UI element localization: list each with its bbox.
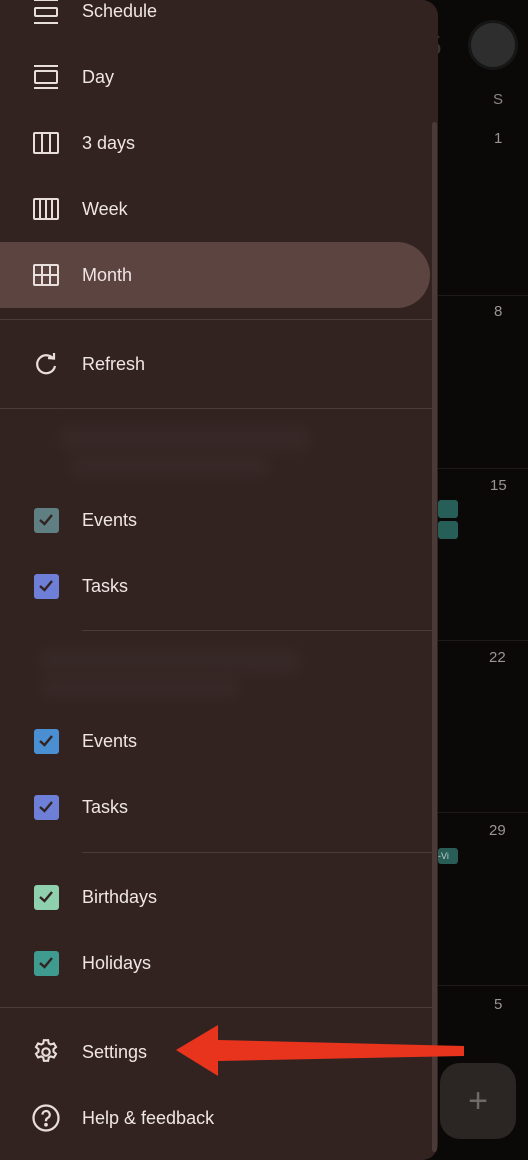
divider	[82, 630, 432, 631]
calendar-toggle-tasks[interactable]: Tasks	[0, 553, 430, 619]
date-cell[interactable]: 5	[494, 996, 502, 1013]
menu-item-day[interactable]: Day	[0, 44, 430, 110]
day-view-icon	[31, 62, 61, 92]
divider	[0, 319, 432, 320]
menu-item-label: Settings	[82, 1041, 148, 1062]
date-cell[interactable]: 1	[494, 130, 502, 147]
calendar-toggle-tasks[interactable]: Tasks	[0, 774, 430, 840]
divider	[0, 1007, 432, 1008]
checkbox-checked-icon[interactable]	[31, 882, 61, 912]
drawer-scrollbar[interactable]	[432, 122, 437, 1152]
calendar-toggle-birthdays[interactable]: Birthdays	[0, 864, 430, 930]
calendar-label: Birthdays	[82, 886, 158, 907]
menu-item-label: Day	[82, 66, 115, 87]
checkbox-checked-icon[interactable]	[31, 505, 61, 535]
account-name-redacted	[40, 648, 300, 674]
calendar-label: Events	[82, 509, 138, 530]
week-divider	[438, 812, 528, 813]
account-name-redacted	[60, 426, 310, 452]
week-divider	[438, 985, 528, 986]
divider	[0, 408, 432, 409]
weekday-label: S	[493, 91, 504, 108]
calendar-label: Holidays	[82, 952, 152, 973]
checkbox-checked-icon[interactable]	[31, 726, 61, 756]
menu-item-refresh[interactable]: Refresh	[0, 331, 430, 397]
menu-item-help-feedback[interactable]: Help & feedback	[0, 1085, 430, 1151]
calendar-toggle-events[interactable]: Events	[0, 487, 430, 553]
calendar-label: Tasks	[82, 575, 129, 596]
checkbox-checked-icon[interactable]	[31, 792, 61, 822]
three-days-view-icon	[31, 128, 61, 158]
calendar-toggle-holidays[interactable]: Holidays	[0, 930, 430, 996]
gear-icon	[31, 1037, 61, 1067]
menu-item-label: Refresh	[82, 353, 146, 374]
divider	[82, 852, 432, 853]
month-view-icon	[31, 260, 61, 290]
date-cell[interactable]: 15	[490, 477, 507, 494]
screen: 5 S 1 8 15 22 29 5 -Vi +	[0, 0, 528, 1160]
week-divider	[438, 468, 528, 469]
help-icon	[31, 1103, 61, 1133]
navigation-drawer: Schedule Day 3 days Week Month Refresh E…	[0, 0, 438, 1160]
menu-item-label: Help & feedback	[82, 1107, 215, 1128]
event-chip[interactable]	[438, 521, 458, 539]
menu-item-month[interactable]: Month	[0, 242, 430, 308]
avatar[interactable]	[468, 20, 518, 70]
checkbox-checked-icon[interactable]	[31, 571, 61, 601]
event-chip[interactable]: -Vi	[438, 848, 458, 864]
plus-icon: +	[468, 1082, 488, 1120]
menu-item-label: Schedule	[82, 0, 158, 21]
menu-item-schedule[interactable]: Schedule	[0, 0, 430, 44]
menu-item-label: Month	[82, 264, 133, 285]
calendar-label: Events	[82, 730, 138, 751]
calendar-label: Tasks	[82, 796, 129, 817]
date-cell[interactable]: 8	[494, 303, 502, 320]
menu-item-week[interactable]: Week	[0, 176, 430, 242]
week-view-icon	[31, 194, 61, 224]
account-email-redacted	[40, 676, 240, 698]
date-cell[interactable]: 22	[489, 649, 506, 666]
menu-item-label: 3 days	[82, 132, 136, 153]
schedule-view-icon	[31, 0, 61, 26]
menu-item-3-days[interactable]: 3 days	[0, 110, 430, 176]
date-cell[interactable]: 29	[489, 822, 506, 839]
menu-item-label: Week	[82, 198, 128, 219]
menu-item-settings[interactable]: Settings	[0, 1019, 430, 1085]
week-divider	[438, 640, 528, 641]
calendar-toggle-events[interactable]: Events	[0, 708, 430, 774]
week-divider	[438, 295, 528, 296]
event-chip[interactable]	[438, 500, 458, 518]
account-email-redacted	[70, 455, 270, 477]
checkbox-checked-icon[interactable]	[31, 948, 61, 978]
refresh-icon	[31, 349, 61, 379]
